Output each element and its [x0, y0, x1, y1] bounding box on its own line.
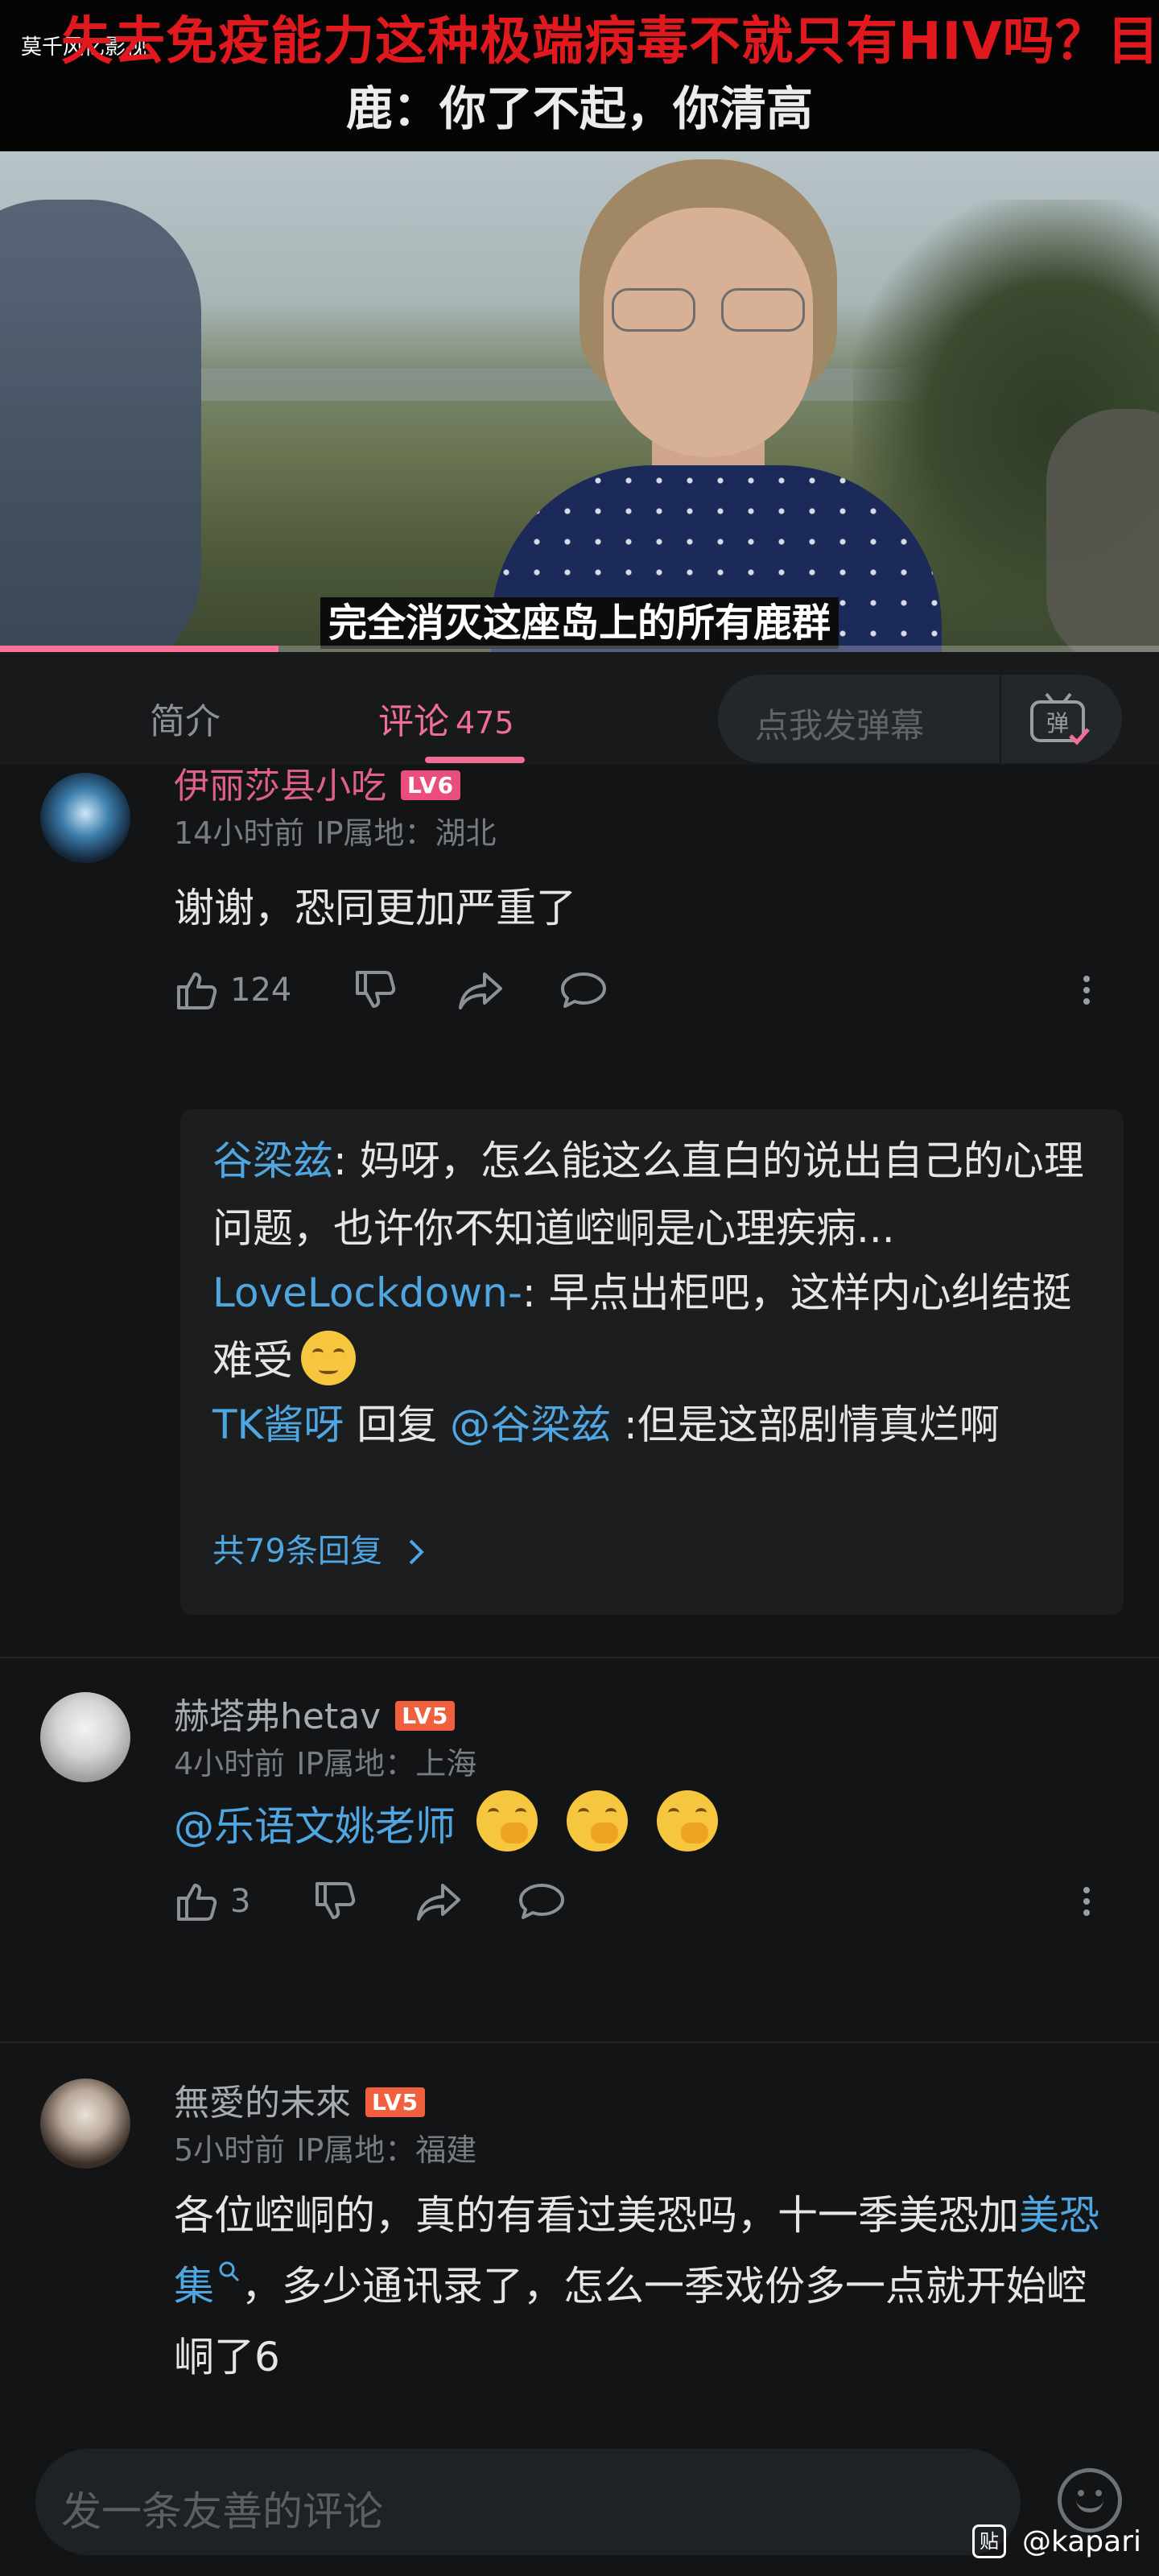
watermark: 贴 @kapari	[972, 2524, 1141, 2558]
thinking-face-emoji-icon	[656, 1790, 718, 1852]
avatar[interactable]	[40, 2079, 130, 2169]
tab-comments[interactable]: 评论 475	[378, 692, 514, 744]
video-scene-foreground-person	[0, 200, 201, 652]
share-button[interactable]	[415, 1879, 464, 1924]
view-all-replies-label: 共79条回复	[212, 1533, 382, 1570]
dizzy-face-emoji-icon	[301, 1331, 356, 1385]
comment-text: @乐语文姚老师	[174, 1790, 1124, 1862]
danmaku-toggle-label: 弹	[1046, 710, 1069, 737]
comment-divider	[0, 2041, 1159, 2043]
danmaku-toggle-icon[interactable]: 弹	[1027, 692, 1091, 745]
avatar[interactable]	[40, 1692, 130, 1782]
level-badge: LV6	[401, 770, 461, 800]
reply-username[interactable]: 谷梁兹	[212, 1137, 333, 1184]
emoji-picker-icon[interactable]	[1058, 2468, 1122, 2533]
more-options-icon[interactable]	[1079, 1882, 1095, 1930]
comment-divider	[0, 1657, 1159, 1658]
level-badge: LV5	[365, 2087, 426, 2117]
video-progress-fill	[0, 646, 278, 652]
video-player[interactable]: 完全消灭这座岛上的所有鹿群	[0, 151, 1159, 652]
reply-username[interactable]: TK酱呀	[212, 1402, 344, 1448]
video-subtitle: 完全消灭这座岛上的所有鹿群	[0, 591, 1159, 649]
reply-preview-box[interactable]: 谷梁兹: 妈呀，怎么能这么直白的说出自己的心理问题，也许你不知道崆峒是心理疾病.…	[180, 1109, 1124, 1615]
tab-comments-count: 475	[456, 705, 514, 741]
share-button[interactable]	[457, 968, 505, 1013]
tab-comments-label: 评论	[378, 701, 449, 742]
reply-text: :但是这部剧情真烂啊	[611, 1402, 1000, 1448]
tab-intro[interactable]: 简介	[150, 692, 221, 744]
danmaku-red-text: 失去免疫能力这种极端病毒不就只有HIV吗？目前	[61, 12, 1159, 72]
comment-input-placeholder: 发一条友善的评论	[61, 2488, 383, 2535]
video-progress-bar[interactable]	[0, 646, 1159, 652]
comment-input[interactable]: 发一条友善的评论	[35, 2449, 1021, 2555]
thinking-face-emoji-icon	[566, 1790, 628, 1852]
dislike-button[interactable]	[353, 968, 398, 1013]
reply-item: TK酱呀 回复 @谷梁兹 :但是这部剧情真烂啊	[212, 1391, 1098, 1459]
comment-username-text: 赫塔弗hetav	[174, 1696, 382, 1737]
comment-time: 5小时前	[174, 2132, 286, 2168]
dislike-button[interactable]	[312, 1879, 357, 1924]
comment-ip: IP属地：上海	[296, 1746, 477, 1781]
danmaku-white-text: 鹿：你了不起，你清高	[345, 81, 813, 136]
comment-text: 各位崆峒的，真的有看过美恐吗，十一季美恐加美恐集 ，多少通讯录了，怎么一季戏份多一…	[174, 2180, 1124, 2392]
comment-time: 4小时前	[174, 1746, 286, 1781]
search-icon	[219, 2261, 240, 2282]
reply-mention[interactable]: @谷梁兹	[450, 1402, 611, 1448]
comment-text: 谢谢，恐同更加严重了	[174, 885, 576, 931]
like-button[interactable]: 124	[174, 968, 291, 1013]
comment-username[interactable]: 伊丽莎县小吃 LV6	[174, 757, 461, 808]
share-icon	[417, 1884, 460, 1921]
thumbs-up-icon	[177, 1884, 217, 1921]
watermark-text: @kapari	[1022, 2524, 1141, 2558]
comment-meta: 5小时前 IP属地：福建	[174, 2125, 476, 2169]
danmaku-input[interactable]: 点我发弹幕 弹	[718, 675, 1122, 763]
reply-item: 谷梁兹: 妈呀，怎么能这么直白的说出自己的心理问题，也许你不知道崆峒是心理疾病.…	[212, 1127, 1098, 1262]
reply-word: 回复	[344, 1402, 451, 1448]
reply-text: : 妈呀，怎么能这么直白的说出自己的心理问题，也许你不知道崆峒是心理疾病...	[212, 1137, 1084, 1252]
video-subtitle-text: 完全消灭这座岛上的所有鹿群	[320, 597, 839, 649]
chat-bubble-icon	[561, 972, 606, 1008]
avatar[interactable]	[40, 773, 130, 863]
like-count: 124	[230, 972, 292, 1009]
comment-meta: 4小时前 IP属地：上海	[174, 1739, 476, 1783]
chat-bubble-icon	[519, 1884, 564, 1919]
more-options-icon[interactable]	[1079, 971, 1095, 1019]
comment-time: 14小时前	[174, 815, 305, 851]
share-icon	[459, 972, 502, 1009]
comment-actions: 3	[174, 1879, 1124, 1935]
like-button[interactable]: 3	[174, 1879, 250, 1924]
thumbs-down-icon	[356, 971, 396, 1008]
danmaku-input-placeholder: 点我发弹幕	[755, 706, 925, 745]
comment-username-text: 伊丽莎县小吃	[174, 766, 386, 807]
chevron-right-icon	[409, 1539, 424, 1565]
thumbs-up-icon	[177, 972, 217, 1009]
comment-meta: 14小时前 IP属地：湖北	[174, 808, 496, 852]
comment-username[interactable]: 赫塔弗hetav LV5	[174, 1687, 456, 1739]
tieba-logo-icon: 贴	[972, 2524, 1006, 2558]
thinking-face-emoji-icon	[476, 1790, 538, 1852]
comment-username[interactable]: 無愛的未來 LV5	[174, 2074, 426, 2125]
comment-text-part2: ，多少通讯录了，怎么一季戏份多一点就开始崆峒了6	[174, 2263, 1087, 2380]
comment-ip: IP属地：福建	[296, 2132, 477, 2168]
comment-ip: IP属地：湖北	[316, 815, 497, 851]
thumbs-down-icon	[316, 1882, 356, 1919]
comment-actions: 124	[174, 968, 1124, 1024]
level-badge: LV5	[395, 1701, 456, 1731]
danmaku-divider	[1000, 675, 1001, 763]
like-count: 3	[230, 1883, 251, 1920]
video-scene-woman	[451, 159, 1014, 652]
comment-text-part1: 各位崆峒的，真的有看过美恐吗，十一季美恐加	[174, 2192, 1019, 2239]
reply-button[interactable]	[559, 968, 608, 1013]
reply-item: LoveLockdown-: 早点出柜吧，这样内心纠结挺难受	[212, 1259, 1098, 1394]
comment-mention[interactable]: @乐语文姚老师	[174, 1803, 456, 1850]
reply-username[interactable]: LoveLockdown-	[212, 1269, 522, 1316]
comment-username-text: 無愛的未來	[174, 2083, 351, 2124]
view-all-replies-link[interactable]: 共79条回复	[212, 1525, 428, 1571]
tab-bar: 简介 评论 475 点我发弹幕 弹	[0, 652, 1159, 765]
reply-button[interactable]	[517, 1879, 567, 1924]
danmaku-strip: 莫千风忆影视 失去免疫能力这种极端病毒不就只有HIV吗？目前 鹿：你了不起，你清…	[0, 0, 1159, 151]
